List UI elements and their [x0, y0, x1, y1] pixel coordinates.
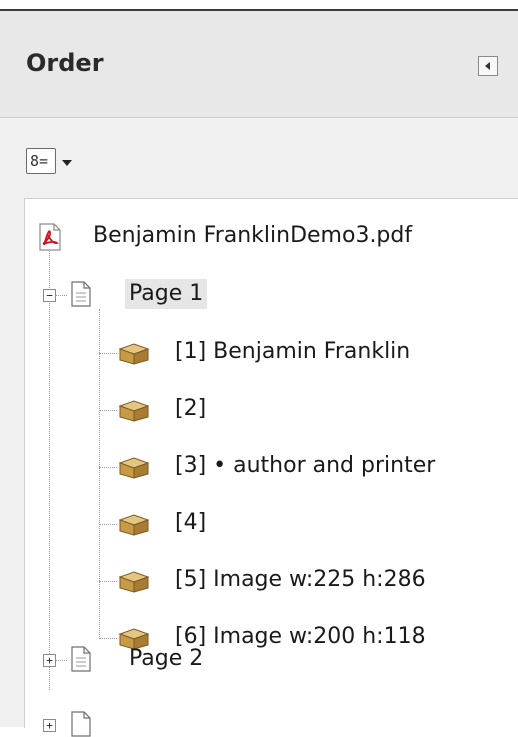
tag-item-label[interactable]: [2] [175, 394, 206, 424]
order-tree[interactable]: Benjamin FranklinDemo3.pdf − Page 1 [1] … [24, 198, 518, 737]
tag-container-icon [118, 514, 150, 536]
tag-item-label[interactable]: [6] Image w:200 h:118 [175, 622, 426, 652]
panel-title: Order [26, 49, 104, 77]
page-icon [71, 646, 91, 672]
order-options-icon[interactable]: 8= [26, 148, 56, 174]
tree-line [99, 410, 117, 411]
page-icon [71, 281, 91, 307]
tag-container-icon [118, 571, 150, 593]
expand-toggle-icon[interactable]: + [43, 719, 56, 732]
tree-line [99, 467, 117, 468]
tree-line [99, 353, 117, 354]
document-node-label[interactable]: Benjamin FranklinDemo3.pdf [93, 221, 412, 251]
collapse-toggle-icon[interactable]: − [43, 289, 56, 302]
pdf-file-icon [39, 223, 61, 251]
tag-item-label[interactable]: [3] • author and printer [175, 451, 435, 481]
page-2-label[interactable]: Page 2 [129, 644, 203, 674]
order-panel: Order 8= Benjamin FranklinDemo3.pdf − Pa… [0, 0, 518, 737]
page-1-label[interactable]: Page 1 [125, 279, 208, 309]
tag-container-icon [118, 343, 150, 365]
tag-item-label[interactable]: [1] Benjamin Franklin [175, 337, 410, 367]
tag-item-label[interactable]: [5] Image w:225 h:286 [175, 565, 426, 595]
tree-line [99, 309, 100, 639]
panel-top-edge [0, 0, 518, 11]
collapse-left-icon[interactable] [478, 56, 498, 76]
tree-line [99, 638, 117, 639]
tag-container-icon [118, 457, 150, 479]
expand-toggle-icon[interactable]: + [43, 654, 56, 667]
tree-line [99, 524, 117, 525]
page-icon [71, 711, 91, 737]
chevron-down-icon[interactable] [62, 160, 72, 166]
tree-line [99, 581, 117, 582]
panel-toolbar [0, 118, 518, 198]
tag-item-label[interactable]: [4] [175, 508, 206, 538]
tree-line [49, 235, 50, 690]
tag-container-icon [118, 400, 150, 422]
